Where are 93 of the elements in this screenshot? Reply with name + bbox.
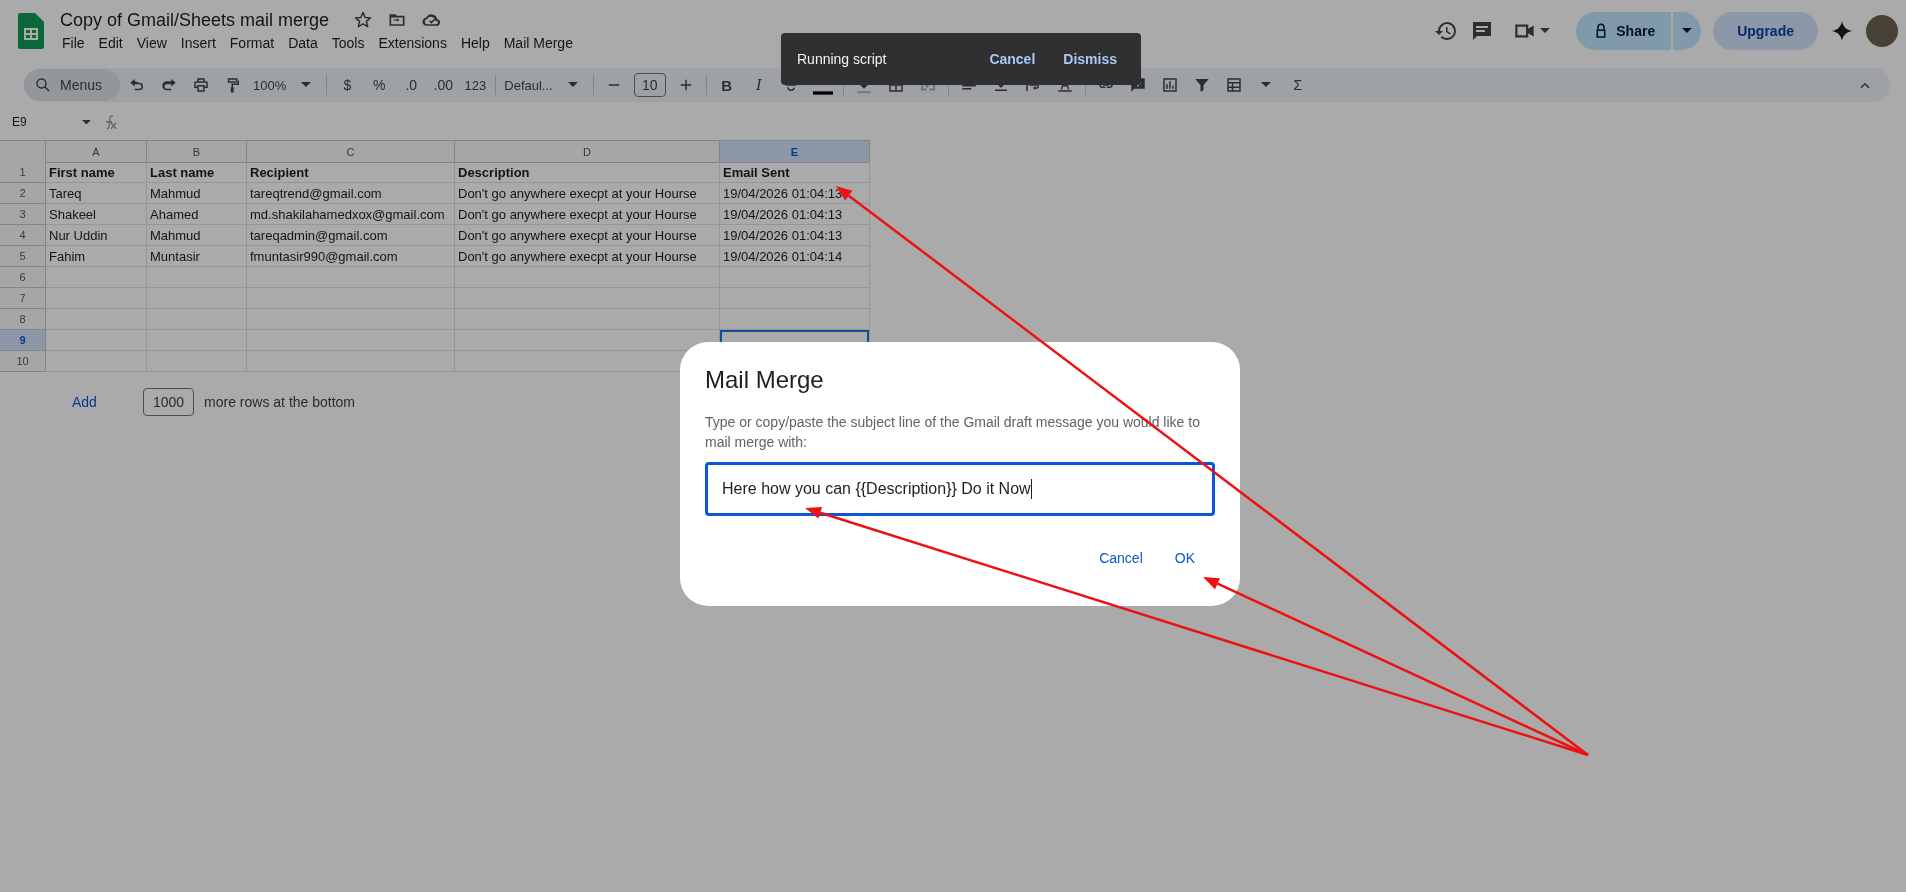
- column-heading-cell: Description: [455, 162, 720, 183]
- increase-decimals-button[interactable]: .00: [428, 71, 459, 99]
- dialog-title: Mail Merge: [705, 366, 825, 394]
- row-count-field[interactable]: 1000: [142, 388, 195, 416]
- caret-icon: [1540, 28, 1551, 34]
- column-heading-cell: Recipient: [247, 162, 455, 183]
- table-cell: 19/04/2026 01:04:13: [720, 225, 870, 246]
- menu-item[interactable]: Help: [453, 32, 497, 53]
- table-cell: Don't go anywhere execpt at your Hourse: [455, 204, 720, 225]
- column-heading-cell: Email Sent: [720, 162, 870, 183]
- row-header[interactable]: 7: [0, 288, 46, 309]
- column-header[interactable]: E: [720, 141, 870, 163]
- column-header[interactable]: C: [247, 141, 455, 163]
- row-header[interactable]: 6: [0, 267, 46, 288]
- column-heading-cell: First name: [46, 162, 147, 183]
- row-header[interactable]: 4: [0, 225, 46, 246]
- table-cell: Don't go anywhere execpt at your Hourse: [455, 225, 720, 246]
- spreadsheet-logo-icon[interactable]: [18, 13, 44, 49]
- table-cell: 19/04/2026 01:04:13: [720, 204, 870, 225]
- text-color-bar-icon: [812, 91, 833, 95]
- column-heading-cell: Last name: [147, 162, 247, 183]
- document-title[interactable]: Copy of Gmail/Sheets mail merge: [60, 9, 330, 31]
- column-header[interactable]: D: [455, 141, 720, 163]
- row-header[interactable]: 3: [0, 204, 46, 225]
- row-header[interactable]: 10: [0, 351, 46, 372]
- upgrade-button[interactable]: Upgrade: [1713, 12, 1818, 50]
- table-cell: tareqadmin@gmail.com: [247, 225, 455, 246]
- add-rows-label: more rows at the bottom: [204, 394, 356, 410]
- table-cell: Mahmud: [147, 183, 247, 204]
- caret-icon: [82, 119, 91, 125]
- text-cursor: [1030, 479, 1032, 499]
- column-header[interactable]: A: [46, 141, 147, 163]
- toast-message: Running script: [797, 51, 888, 67]
- row-header[interactable]: 9: [0, 330, 46, 351]
- table-cell: tareqtrend@gmail.com: [247, 183, 455, 204]
- search-menus-button[interactable]: Menus: [24, 69, 121, 101]
- italic-button[interactable]: I: [743, 71, 774, 99]
- bold-button[interactable]: B: [711, 71, 742, 99]
- table-cell: Mahmud: [147, 225, 247, 246]
- menu-item[interactable]: Insert: [173, 32, 223, 53]
- row-header[interactable]: 5: [0, 246, 46, 267]
- toast-action-button[interactable]: Cancel: [979, 45, 1046, 73]
- menu-item[interactable]: Extensions: [371, 32, 454, 53]
- table-cell: fmuntasir990@gmail.com: [247, 246, 455, 267]
- star-icon: [353, 10, 374, 30]
- history-icon: [1434, 19, 1459, 43]
- menu-item[interactable]: Tools: [324, 32, 372, 53]
- menu-item[interactable]: Mail Merge: [496, 32, 580, 53]
- subject-input-field[interactable]: Here how you can {{Description}} Do it Now: [705, 462, 1215, 516]
- table-cell: Tareq: [46, 183, 147, 204]
- share-dropdown-button[interactable]: [1673, 12, 1702, 50]
- function-icon: [104, 114, 117, 130]
- font-dropdown[interactable]: Defaul...: [501, 71, 556, 99]
- functions-button[interactable]: Σ: [1282, 71, 1313, 99]
- avatar[interactable]: [1866, 15, 1898, 47]
- table-cell: 19/04/2026 01:04:14: [720, 246, 870, 267]
- menu-item[interactable]: View: [129, 32, 174, 53]
- table-cell: md.shakilahamedxox@gmail.com: [247, 204, 455, 225]
- row-header[interactable]: 8: [0, 309, 46, 330]
- decrease-decimals-button[interactable]: .0: [396, 71, 427, 99]
- add-rows-button[interactable]: Add: [72, 390, 111, 414]
- search-icon: [34, 76, 52, 94]
- table-cell: Ahamed: [147, 204, 247, 225]
- toast-action-button[interactable]: Dismiss: [1053, 45, 1127, 73]
- menu-item[interactable]: Format: [222, 32, 282, 53]
- table-cell: Don't go anywhere execpt at your Hourse: [455, 183, 720, 204]
- print-icon[interactable]: [192, 76, 211, 94]
- dialog-button[interactable]: OK: [1162, 542, 1207, 574]
- table-cell: Muntasir: [147, 246, 247, 267]
- row-header[interactable]: 1: [0, 162, 46, 183]
- column-header[interactable]: B: [147, 141, 247, 163]
- table-cell: Fahim: [46, 246, 147, 267]
- menu-item[interactable]: Data: [281, 32, 325, 53]
- caret-icon[interactable]: [1260, 82, 1271, 88]
- currency-format-button[interactable]: $: [332, 71, 363, 99]
- cell-reference[interactable]: E9: [0, 115, 82, 129]
- percent-format-button[interactable]: %: [364, 71, 395, 99]
- menu-item[interactable]: File: [60, 32, 92, 53]
- caret-icon[interactable]: [301, 82, 312, 88]
- number-format-button[interactable]: 123: [460, 71, 491, 99]
- menu-item[interactable]: Edit: [91, 32, 130, 53]
- dialog-button[interactable]: Cancel: [1087, 542, 1155, 574]
- table-icon[interactable]: [1224, 76, 1243, 94]
- table-cell: Nur Uddin: [46, 225, 147, 246]
- zoom-dropdown[interactable]: 100%: [250, 71, 290, 99]
- caret-icon[interactable]: [567, 82, 578, 88]
- share-button[interactable]: Share: [1576, 12, 1672, 50]
- caret-icon: [1682, 28, 1693, 34]
- row-header[interactable]: 2: [0, 183, 46, 204]
- font-size-field[interactable]: 10: [633, 73, 666, 97]
- table-cell: Don't go anywhere execpt at your Hourse: [455, 246, 720, 267]
- table-cell: Shakeel: [46, 204, 147, 225]
- chart-icon[interactable]: [1160, 76, 1179, 94]
